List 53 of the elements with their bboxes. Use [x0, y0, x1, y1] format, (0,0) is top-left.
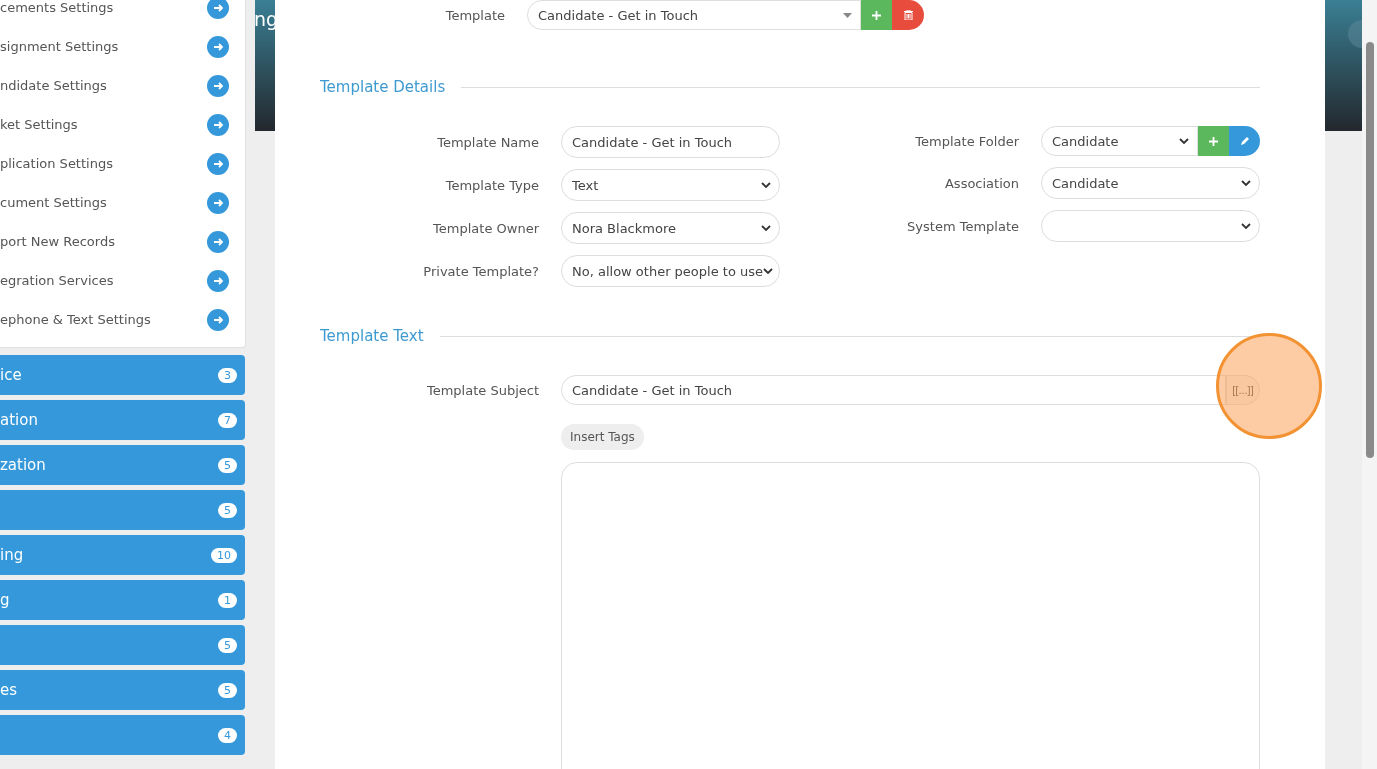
settings-link[interactable]: cements Settings	[0, 0, 114, 15]
field-label: Template	[444, 7, 505, 23]
count-badge: 10	[211, 547, 237, 563]
count-badge: 4	[218, 727, 237, 743]
chevron-icon	[761, 224, 771, 232]
settings-link[interactable]: signment Settings	[0, 39, 119, 54]
chevron-icon	[1179, 137, 1189, 145]
field-label: Template Owner	[432, 220, 539, 236]
caret-icon	[843, 12, 852, 18]
insert-tags-button[interactable]: Insert Tags	[561, 424, 644, 450]
count-badge: 5	[218, 457, 237, 473]
field-label: Private Template?	[422, 263, 539, 279]
count-badge: 7	[218, 412, 237, 428]
category-label: es	[0, 681, 18, 699]
chevron-icon	[1241, 222, 1251, 230]
add-button[interactable]	[1198, 126, 1229, 156]
plus-icon	[872, 10, 881, 20]
category-label: ing	[0, 546, 24, 564]
scrollbar-thumb[interactable]	[1365, 42, 1374, 458]
field-label: Template Name	[436, 134, 539, 150]
settings-link[interactable]: ket Settings	[0, 117, 78, 132]
settings-link[interactable]: ephone & Text Settings	[0, 312, 151, 327]
arrow-icon[interactable]	[207, 0, 229, 19]
category-label: ation	[0, 411, 38, 429]
count-badge: 5	[218, 682, 237, 698]
settings-link[interactable]: port New Records	[0, 234, 115, 249]
add-button[interactable]	[861, 0, 892, 30]
field-label: Association	[943, 175, 1019, 191]
category-label: ice	[0, 366, 22, 384]
settings-link[interactable]: cument Settings	[0, 195, 107, 210]
section-title: Template Text	[320, 327, 424, 345]
field-label: Template Subject	[425, 382, 539, 398]
settings-link[interactable]: plication Settings	[0, 156, 113, 171]
pencil-icon	[1239, 136, 1250, 146]
delete-button[interactable]	[892, 0, 924, 30]
category-label: g	[0, 591, 10, 609]
chevron-icon	[1241, 179, 1251, 187]
field-label: Template Type	[444, 177, 539, 193]
settings-link[interactable]: ndidate Settings	[0, 78, 107, 93]
plus-icon	[1209, 136, 1218, 146]
count-badge: 3	[218, 367, 237, 383]
settings-link[interactable]: egration Services	[0, 273, 114, 288]
field-label: Template Folder	[914, 133, 1019, 149]
edit-button[interactable]	[1229, 126, 1260, 156]
count-badge: 5	[218, 502, 237, 518]
chevron-icon	[761, 181, 771, 189]
trash-icon	[903, 10, 913, 20]
category-label: zation	[0, 456, 46, 474]
count-badge: 1	[218, 592, 237, 608]
chevron-icon	[763, 267, 773, 275]
count-badge: 5	[218, 637, 237, 653]
field-label: System Template	[906, 218, 1019, 234]
section-title: Template Details	[320, 78, 446, 96]
